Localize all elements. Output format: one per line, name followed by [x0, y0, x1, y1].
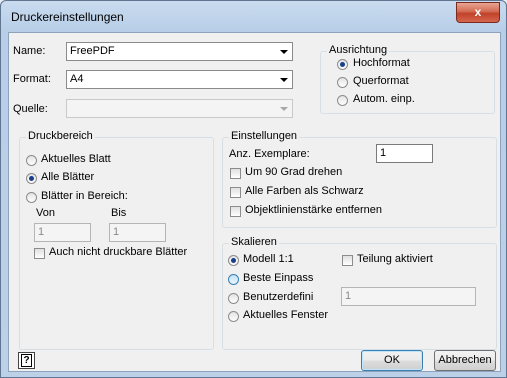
to-input[interactable]: 1: [109, 223, 166, 242]
tiling-label: Teilung aktiviert: [357, 253, 433, 265]
from-input[interactable]: 1: [34, 223, 91, 242]
chevron-down-icon: [280, 50, 288, 54]
rotate-90-checkbox[interactable]: [230, 168, 241, 179]
non-printable-sheets-checkbox[interactable]: [34, 248, 45, 259]
all-sheets-label: Alle Blätter: [41, 171, 95, 183]
to-value: 1: [113, 226, 120, 238]
to-label: Bis: [111, 207, 127, 219]
format-value: A4: [70, 73, 84, 85]
radio-current-sheet[interactable]: [26, 155, 37, 166]
cancel-button[interactable]: Abbrechen: [434, 350, 496, 371]
print-range-title: Druckbereich: [26, 130, 95, 142]
format-label: Format:: [13, 73, 51, 85]
title-bar[interactable]: Druckereinstellungen x: [1, 1, 506, 33]
printer-name-select[interactable]: FreePDF: [66, 42, 293, 61]
radio-custom[interactable]: [228, 293, 239, 304]
print-range-group: [19, 137, 214, 350]
radio-best-fit[interactable]: [228, 274, 239, 285]
best-fit-label: Beste Einpass: [243, 272, 314, 284]
source-label: Quelle:: [13, 103, 48, 115]
window-title: Druckereinstellungen: [11, 10, 124, 24]
tiling-checkbox[interactable]: [342, 255, 353, 266]
from-label: Von: [36, 207, 55, 219]
name-label: Name:: [13, 45, 46, 57]
all-black-checkbox[interactable]: [230, 187, 241, 198]
scaling-title: Skalieren: [229, 236, 279, 248]
current-window-label: Aktuelles Fenster: [243, 309, 328, 321]
remove-line-weight-checkbox[interactable]: [230, 206, 241, 217]
format-select[interactable]: A4: [66, 70, 293, 89]
radio-model-1-1[interactable]: [228, 255, 239, 266]
settings-title: Einstellungen: [229, 130, 300, 142]
dialog-window: Druckereinstellungen x Name: FreePDF For…: [0, 0, 507, 378]
radio-auto-fit[interactable]: [337, 95, 348, 106]
printer-name-value: FreePDF: [70, 45, 115, 57]
radio-current-window[interactable]: [228, 311, 239, 322]
portrait-label: Hochformat: [353, 57, 410, 69]
custom-scale-input[interactable]: 1: [341, 287, 476, 306]
chevron-down-icon: [280, 78, 288, 82]
close-button[interactable]: x: [456, 2, 500, 23]
remove-line-weight-label: Objektlinienstärke entfernen: [245, 204, 382, 216]
radio-landscape[interactable]: [337, 77, 348, 88]
copies-label: Anz. Exemplare:: [229, 148, 310, 160]
help-icon: ?: [21, 354, 32, 367]
radio-portrait[interactable]: [337, 59, 348, 70]
sheet-range-label: Blätter in Bereich:: [41, 190, 128, 202]
radio-all-sheets[interactable]: [26, 173, 37, 184]
ok-button[interactable]: OK: [361, 350, 423, 371]
dialog-body: Name: FreePDF Format: A4 Quelle: Ausrich…: [8, 32, 501, 372]
non-printable-sheets-label: Auch nicht druckbare Blätter: [49, 246, 188, 258]
help-button[interactable]: ?: [18, 352, 35, 369]
custom-label: Benutzerdefini: [243, 291, 314, 303]
model-1-1-label: Modell 1:1: [243, 253, 294, 265]
chevron-down-icon: [280, 107, 288, 111]
landscape-label: Querformat: [353, 75, 409, 87]
from-value: 1: [38, 226, 45, 238]
radio-sheet-range[interactable]: [26, 192, 37, 203]
copies-value: 1: [380, 147, 387, 159]
auto-fit-label: Autom. einp.: [353, 93, 415, 105]
source-select[interactable]: [66, 99, 293, 118]
custom-scale-value: 1: [345, 290, 352, 302]
rotate-90-label: Um 90 Grad drehen: [245, 166, 343, 178]
orientation-title: Ausrichtung: [327, 44, 390, 56]
current-sheet-label: Aktuelles Blatt: [41, 153, 111, 165]
all-black-label: Alle Farben als Schwarz: [245, 185, 364, 197]
copies-input[interactable]: 1: [376, 144, 433, 163]
